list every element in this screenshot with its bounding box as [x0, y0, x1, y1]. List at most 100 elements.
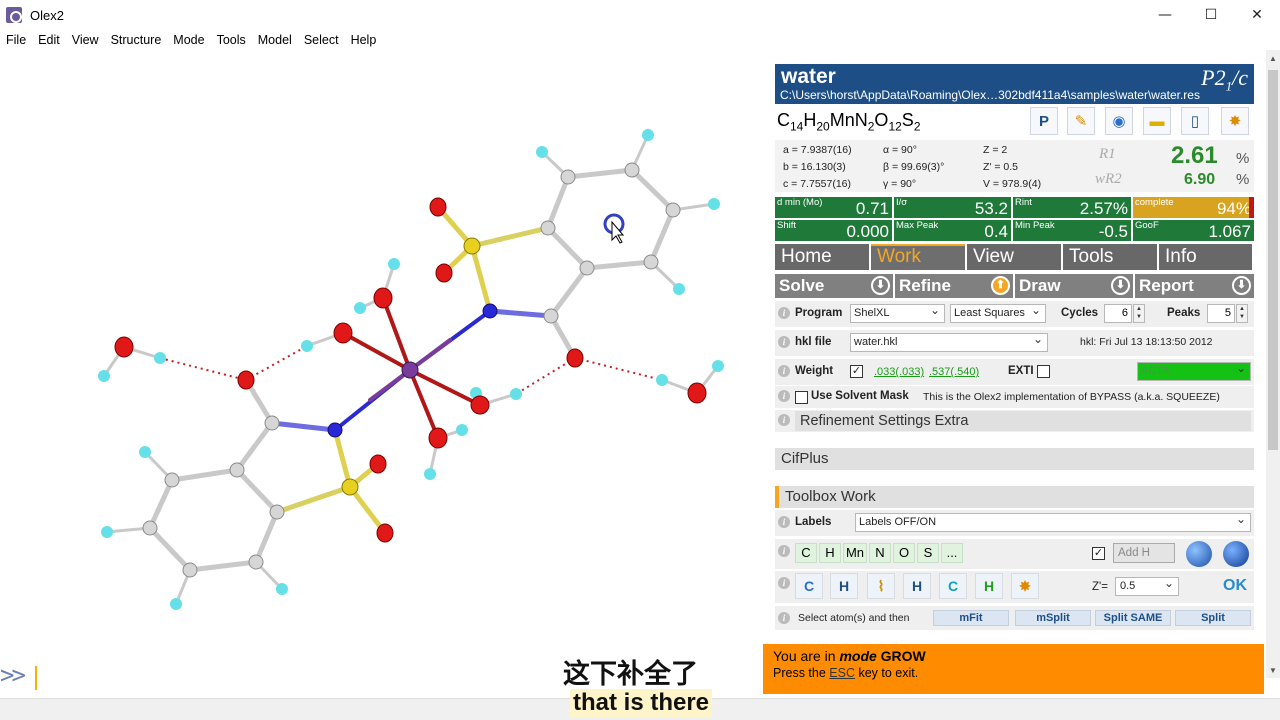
weight-b-link[interactable]: .537(.540) — [929, 366, 979, 378]
menu-tools[interactable]: Tools — [211, 33, 252, 47]
add-h-checkbox[interactable]: ✓ — [1092, 547, 1105, 560]
close-button[interactable]: ✕ — [1234, 0, 1280, 30]
console-caret[interactable] — [35, 666, 37, 690]
refinement-extra-row[interactable]: i Refinement Settings Extra — [775, 410, 1254, 432]
menu-edit[interactable]: Edit — [32, 33, 66, 47]
split-same-button[interactable]: Split SAME — [1095, 610, 1171, 626]
element-c-button[interactable]: C — [795, 543, 817, 563]
stat-rint: Rint 2.57% — [1013, 197, 1131, 218]
labels-select[interactable]: Labels OFF/ON — [855, 513, 1251, 532]
subtab-draw[interactable]: Draw ⬇ — [1015, 274, 1133, 298]
menu-model[interactable]: Model — [252, 33, 298, 47]
subtab-refine[interactable]: Refine ⬆ — [895, 274, 1013, 298]
scroll-thumb[interactable] — [1268, 70, 1278, 450]
info-icon[interactable]: i — [778, 612, 790, 624]
scroll-down-arrow[interactable]: ▼ — [1266, 664, 1280, 678]
hkl-select[interactable]: water.hkl — [850, 333, 1048, 352]
sphere-solid-icon[interactable] — [1223, 541, 1249, 567]
globe-edit-icon[interactable]: ◉ — [1105, 107, 1133, 135]
info-icon[interactable]: i — [778, 545, 790, 557]
h-to-c-icon[interactable]: C — [795, 573, 823, 599]
esc-link[interactable]: ESC — [829, 666, 855, 680]
zprime-input[interactable]: 0.5 — [1115, 577, 1179, 596]
cycle-icon[interactable]: C — [939, 573, 967, 599]
method-select[interactable]: Least Squares — [950, 304, 1046, 323]
info-icon[interactable]: i — [778, 336, 790, 348]
tab-view[interactable]: View — [967, 244, 1061, 270]
solve-expand-icon[interactable]: ⬇ — [871, 276, 890, 295]
select-atoms-text: Select atom(s) and then — [798, 612, 910, 624]
tab-work[interactable]: Work — [871, 244, 965, 270]
element-o-button[interactable]: O — [893, 543, 915, 563]
menu-help[interactable]: Help — [345, 33, 383, 47]
scroll-up-arrow[interactable]: ▲ — [1266, 52, 1280, 66]
peaks-stepper[interactable]: ▲ ▼ — [1236, 304, 1248, 323]
menu-select[interactable]: Select — [298, 33, 345, 47]
menu-file[interactable]: File — [0, 33, 32, 47]
element-mn-button[interactable]: Mn — [843, 543, 867, 563]
info-icon[interactable]: i — [778, 390, 790, 402]
refinement-extra-section[interactable]: Refinement Settings Extra — [795, 411, 1251, 431]
menu-bar: File Edit View Structure Mode Tools Mode… — [0, 30, 1280, 50]
maximize-button[interactable]: ☐ — [1188, 0, 1234, 30]
molecule-viewport[interactable] — [0, 50, 765, 698]
pencil-icon[interactable]: ✎ — [1067, 107, 1095, 135]
cell-gamma: γ = 90° — [883, 178, 917, 190]
program-label: Program — [795, 307, 843, 319]
menu-structure[interactable]: Structure — [105, 33, 168, 47]
cell-a: a = 7.9387(16) — [783, 144, 852, 156]
peaks-input[interactable]: 5 — [1207, 304, 1235, 323]
weight-checkbox[interactable]: ✓ — [850, 365, 863, 378]
space-group[interactable]: P21/c — [1201, 65, 1248, 94]
exti-checkbox[interactable] — [1037, 365, 1050, 378]
subtab-report[interactable]: Report ⬇ — [1135, 274, 1254, 298]
molecule-graphic[interactable] — [0, 50, 765, 698]
fit-icon[interactable]: ✸ — [1011, 573, 1039, 599]
cycles-stepper[interactable]: ▲ ▼ — [1133, 304, 1145, 323]
add-h-button[interactable]: Add H — [1113, 543, 1175, 563]
info-icon[interactable]: i — [778, 414, 790, 426]
info-icon[interactable]: i — [778, 577, 790, 589]
c-to-h-icon[interactable]: H — [830, 573, 858, 599]
tab-tools[interactable]: Tools — [1063, 244, 1157, 270]
refine-collapse-icon[interactable]: ⬆ — [991, 276, 1010, 295]
split-button[interactable]: Split — [1175, 610, 1251, 626]
cycles-input[interactable]: 6 — [1104, 304, 1132, 323]
msplit-button[interactable]: mSplit — [1015, 610, 1091, 626]
info-icon[interactable]: i — [778, 516, 790, 528]
program-select[interactable]: ShelXL — [850, 304, 945, 323]
h-add-green-icon[interactable]: H — [975, 573, 1003, 599]
element-row: i C H Mn N O S ... ✓ Add H — [775, 539, 1254, 569]
element-h-button[interactable]: H — [819, 543, 841, 563]
delete-h-icon[interactable]: H — [903, 573, 931, 599]
draw-expand-icon[interactable]: ⬇ — [1111, 276, 1130, 295]
sphere-wire-icon[interactable] — [1186, 541, 1212, 567]
menu-view[interactable]: View — [66, 33, 105, 47]
folder-icon[interactable]: ▬ — [1143, 107, 1171, 135]
info-icon[interactable]: i — [778, 307, 790, 319]
element-n-button[interactable]: N — [869, 543, 891, 563]
element-s-button[interactable]: S — [917, 543, 939, 563]
minimize-button[interactable]: — — [1142, 0, 1188, 30]
element-more-button[interactable]: ... — [941, 543, 963, 563]
subtab-solve[interactable]: Solve ⬇ — [775, 274, 893, 298]
info-icon[interactable]: i — [778, 365, 790, 377]
file-path[interactable]: C:\Users\horst\AppData\Roaming\Olex…302b… — [780, 88, 1200, 102]
wr2-percent: % — [1236, 171, 1250, 188]
cifplus-section[interactable]: CifPlus — [775, 448, 1254, 470]
settings-icon[interactable]: ✸ — [1221, 107, 1249, 135]
mfit-button[interactable]: mFit — [933, 610, 1009, 626]
notepad-icon[interactable]: ▯ — [1181, 107, 1209, 135]
tab-info[interactable]: Info — [1159, 244, 1252, 270]
solvent-mask-checkbox[interactable] — [795, 391, 808, 404]
ok-icon[interactable]: OK — [1221, 573, 1249, 599]
menu-mode[interactable]: Mode — [167, 33, 210, 47]
acta-select[interactable]: ACTA — [1137, 362, 1251, 381]
periodic-table-icon[interactable]: P — [1030, 107, 1058, 135]
chemical-formula[interactable]: C14H20MnN2O12S2 — [777, 110, 921, 134]
toolbox-work-section[interactable]: Toolbox Work — [775, 486, 1254, 508]
report-expand-icon[interactable]: ⬇ — [1232, 276, 1251, 295]
tab-home[interactable]: Home — [775, 244, 869, 270]
broom-icon[interactable]: ⌇ — [867, 573, 895, 599]
weight-a-link[interactable]: .033(.033) — [874, 366, 924, 378]
